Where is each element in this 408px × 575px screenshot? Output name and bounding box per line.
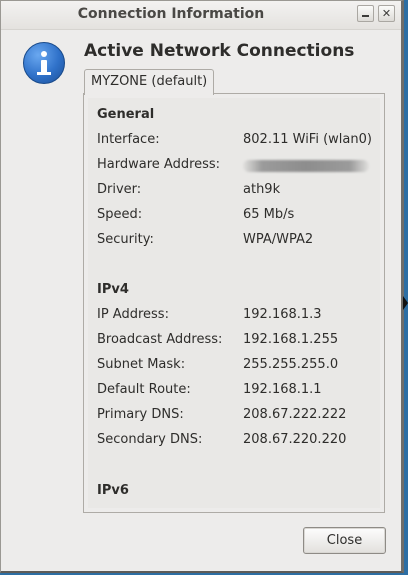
page-heading: Active Network Connections [84, 41, 355, 61]
section-ipv6-title: IPv6 [97, 483, 129, 498]
driver-label: Driver: [97, 182, 142, 197]
default-route-label: Default Route: [97, 382, 191, 397]
ip-address-label: IP Address: [97, 307, 169, 322]
mouse-cursor-icon [403, 296, 408, 310]
close-button[interactable]: Close [303, 527, 386, 554]
minimize-icon [362, 15, 369, 17]
ip-address-value: 192.168.1.3 [243, 307, 322, 322]
window-close-button[interactable]: ✕ [378, 5, 395, 22]
speed-label: Speed: [97, 207, 143, 222]
window-title: Connection Information [77, 6, 265, 22]
security-value: WPA/WPA2 [243, 232, 314, 247]
interface-value: 802.11 WiFi (wlan0) [243, 132, 372, 147]
default-route-value: 192.168.1.1 [243, 382, 322, 397]
info-icon [23, 42, 65, 84]
primary-dns-value: 208.67.222.222 [243, 407, 347, 422]
desktop-background [404, 0, 408, 575]
hardware-address-redacted [243, 160, 369, 172]
connection-info-window: Connection Information ✕ Active Network … [0, 0, 404, 573]
minimize-button[interactable] [357, 5, 374, 22]
title-bar[interactable]: Connection Information ✕ [1, 1, 401, 30]
interface-label: Interface: [97, 132, 160, 147]
section-general-title: General [97, 107, 155, 122]
primary-dns-label: Primary DNS: [97, 407, 184, 422]
secondary-dns-value: 208.67.220.220 [243, 432, 347, 447]
info-icon-dot [41, 51, 47, 57]
subnet-mask-value: 255.255.255.0 [243, 357, 339, 372]
connection-details-panel [83, 93, 385, 513]
speed-value: 65 Mb/s [243, 207, 295, 222]
close-x-icon: ✕ [381, 7, 392, 20]
secondary-dns-label: Secondary DNS: [97, 432, 203, 447]
broadcast-address-label: Broadcast Address: [97, 332, 223, 347]
section-ipv4-title: IPv4 [97, 282, 129, 297]
broadcast-address-value: 192.168.1.255 [243, 332, 339, 347]
subnet-mask-label: Subnet Mask: [97, 357, 186, 372]
tab-myzone[interactable]: MYZONE (default) [84, 69, 215, 95]
info-icon-base [37, 72, 51, 75]
hardware-address-label: Hardware Address: [97, 157, 221, 172]
driver-value: ath9k [243, 182, 281, 197]
security-label: Security: [97, 232, 154, 247]
